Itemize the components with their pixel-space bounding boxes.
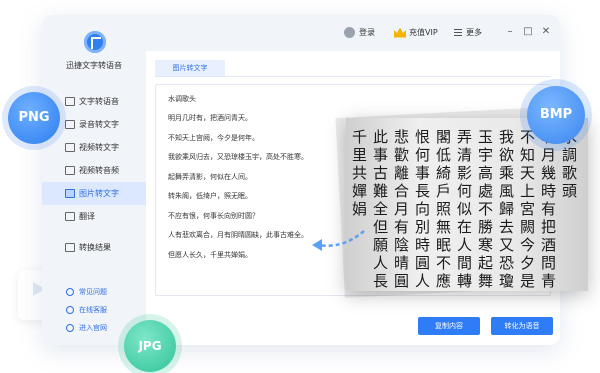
video-icon [65, 143, 75, 152]
result-line: 水调歌头 [168, 95, 196, 103]
sidebar-item-results[interactable]: 转换结果 [42, 236, 146, 259]
sidebar-item-label: 视频转音频 [79, 166, 119, 175]
calligraphy-column: 玉宇高處不勝寒起舞 [478, 128, 494, 290]
more-button[interactable]: 更多 [454, 26, 482, 40]
promo-stage: 迅捷文字转语音 文字转语音 录音转文字 视频转文字 视频转音频 图片转文字 翻译… [0, 0, 600, 373]
more-label: 更多 [466, 28, 482, 37]
help-label: 进入官网 [79, 324, 107, 332]
result-line: 转朱阁，低绮户，照无眠。 [168, 192, 252, 200]
sidebar-item-video-to-text[interactable]: 视频转文字 [42, 136, 146, 159]
result-line: 人有悲欢离合，月有阴晴圆缺，此事古难全。 [168, 231, 308, 239]
help-label: 常见问题 [79, 288, 107, 296]
app-name: 迅捷文字转语音 [66, 61, 122, 70]
sidebar-item-translate[interactable]: 翻译 [42, 205, 146, 228]
jpg-badge: JPG [124, 320, 176, 372]
result-line: 不知天上宫阙，今夕是何年。 [168, 134, 259, 142]
login-button[interactable]: 登录 [344, 26, 375, 40]
vip-label: 充值VIP [409, 28, 438, 37]
sidebar-item-image-to-text[interactable]: 图片转文字 [42, 182, 146, 205]
user-icon [344, 27, 355, 38]
app-logo-icon [84, 31, 106, 53]
arrow-icon [312, 230, 365, 251]
text-to-speech-icon [65, 97, 75, 106]
convert-to-speech-button[interactable]: 转化为语音 [491, 317, 553, 335]
tab-image-to-text[interactable]: 图片转文字 [155, 60, 225, 76]
sidebar-item-label: 录音转文字 [79, 120, 119, 129]
result-line: 不应有恨，何事长向别时圆？ [168, 212, 259, 220]
sidebar-item-label: 视频转文字 [79, 143, 119, 152]
crown-icon [394, 27, 406, 38]
calligraphy-column: 明月幾時有把酒問青天 [541, 128, 557, 291]
vip-button[interactable]: 充值VIP [394, 26, 438, 40]
tab-divider [155, 76, 551, 77]
sidebar-item-label: 转换结果 [79, 243, 111, 252]
calligraphy-column: 不知天上宮闕今夕是何年 [520, 128, 536, 291]
image-icon [65, 189, 75, 198]
calligraphy-column: 我欲乘風歸去又恐瓊樓 [499, 128, 515, 291]
nav-divider [42, 228, 146, 236]
calligraphy-column: 悲歡離合月有陰晴圓缺 [394, 128, 410, 291]
result-line: 但愿人长久，千里共婵娟。 [168, 251, 252, 259]
menu-icon [454, 29, 462, 36]
close-button[interactable]: ✕ [540, 26, 552, 38]
bmp-badge: BMP [527, 86, 585, 144]
video-audio-icon [65, 166, 75, 175]
result-line: 起舞弄清影，何似在人间。 [168, 173, 252, 181]
globe-icon [66, 324, 74, 332]
help-label: 在线客服 [79, 306, 107, 314]
support-link[interactable]: 在线客服 [42, 301, 146, 319]
result-line: 我欲乘风归去，又恐琼楼玉宇，高处不胜寒。 [168, 153, 308, 161]
calligraphy-column: 弄清影何似在人間轉朱 [457, 128, 473, 291]
headset-icon [66, 306, 74, 314]
sidebar: 迅捷文字转语音 文字转语音 录音转文字 视频转文字 视频转音频 图片转文字 翻译… [42, 15, 146, 345]
calligraphy-column: 此事古難全但願人長久 [373, 128, 389, 291]
calligraphy-column: 千里共嬋娟 [352, 128, 368, 218]
faq-link[interactable]: 常见问题 [42, 283, 146, 301]
sidebar-item-label: 翻译 [79, 212, 95, 221]
calligraphy-column: 恨何事長向別時圓人有 [415, 128, 431, 291]
png-badge: PNG [8, 92, 60, 144]
calligraphy-column: 閣低綺戶照無眠不應有 [436, 128, 452, 291]
sidebar-item-label: 图片转文字 [79, 189, 119, 198]
sidebar-item-video-to-audio[interactable]: 视频转音频 [42, 159, 146, 182]
title-bar: 登录 充值VIP 更多 – □ ✕ [146, 15, 560, 51]
question-icon [66, 288, 74, 296]
results-icon [65, 243, 75, 252]
sidebar-item-label: 文字转语音 [79, 97, 119, 106]
maximize-button[interactable]: □ [522, 26, 534, 38]
calligraphy-photo: 水調歌頭 明月幾時有把酒問青天 不知天上宮闕今夕是何年 我欲乘風歸去又恐瓊樓 玉… [346, 118, 588, 291]
result-line: 明月几时有，把酒问青天。 [168, 114, 252, 122]
login-label: 登录 [359, 28, 375, 37]
recording-icon [65, 120, 75, 129]
translate-icon [65, 212, 75, 221]
minimize-button[interactable]: – [504, 26, 516, 38]
copy-button[interactable]: 复制内容 [418, 317, 480, 335]
